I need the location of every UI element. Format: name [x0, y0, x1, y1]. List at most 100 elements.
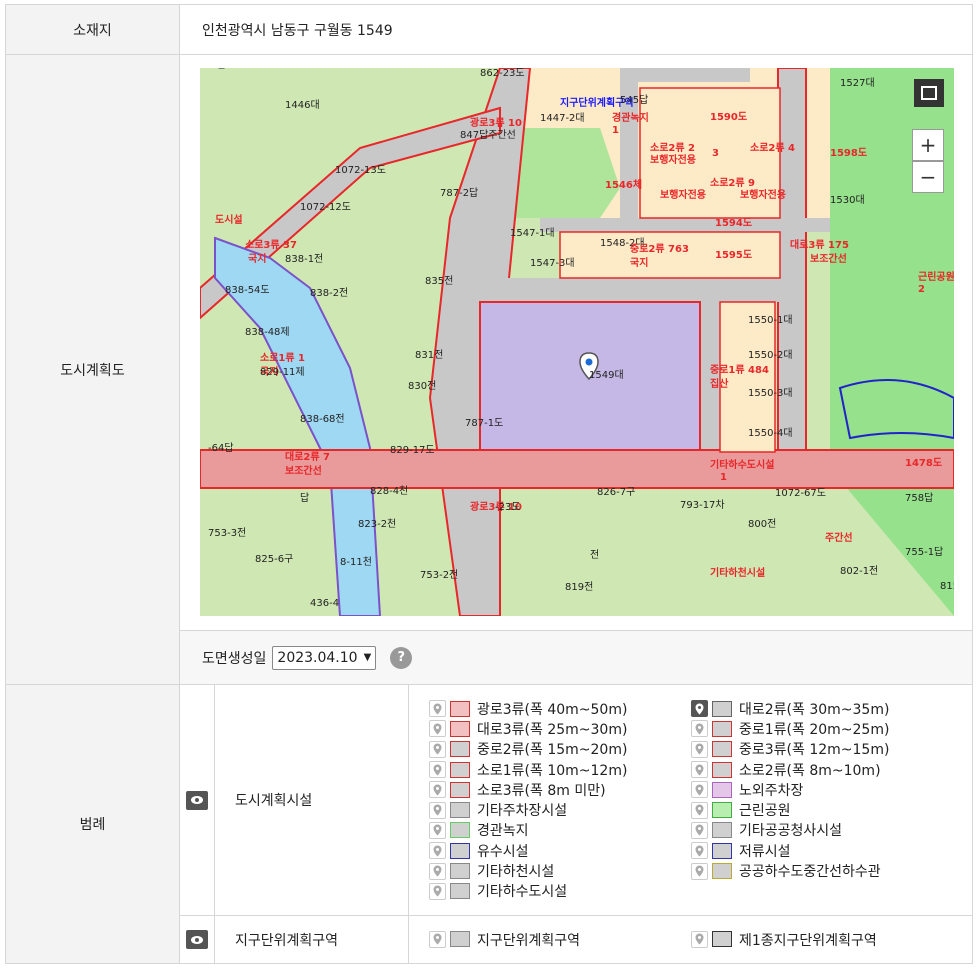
legend-grid-2: 지구단위계획구역 제1종지구단위계획구역	[429, 930, 972, 949]
legend-item[interactable]: 중로1류(폭 20m~25m)	[691, 720, 953, 738]
map-parcel-label: 838-48제	[245, 326, 290, 338]
map-pin-icon[interactable]	[691, 700, 708, 718]
map-pin-icon[interactable]	[429, 761, 446, 779]
legend-item[interactable]: 기타공공청사시설	[691, 821, 953, 839]
chevron-down-icon: ▼	[363, 652, 372, 663]
legend-item-label: 지구단위계획구역	[477, 932, 581, 949]
legend-item[interactable]: 지구단위계획구역	[429, 930, 691, 949]
map-pin-icon[interactable]	[429, 781, 446, 799]
map-parcel-label: 1598도	[830, 147, 867, 159]
map-parcel-label: 주간선	[825, 531, 853, 544]
legend-item[interactable]: 노외주차장	[691, 781, 953, 799]
map-parcel-label: 대로2류 7	[285, 450, 330, 463]
eye-icon[interactable]	[186, 930, 208, 949]
legend-swatch	[712, 822, 732, 839]
map-parcel-label: 소로3류 37	[245, 239, 297, 251]
map-pin-icon[interactable]	[691, 720, 708, 738]
map-pin-icon[interactable]	[429, 801, 446, 819]
map-parcel-label: 대로3류 175	[790, 238, 849, 251]
zoom-in-button[interactable]: +	[912, 129, 944, 161]
legend-item[interactable]: 경관녹지	[429, 821, 691, 839]
map-pin-icon[interactable]	[691, 801, 708, 819]
map-parcel-label: 국지	[248, 252, 266, 265]
map-pin-icon[interactable]	[429, 821, 446, 839]
legend-item[interactable]: 소로1류(폭 10m~12m)	[429, 760, 691, 779]
map-pin-icon[interactable]	[429, 842, 446, 860]
legend-item[interactable]: 기타하천시설	[429, 862, 691, 880]
eye-icon[interactable]	[186, 790, 208, 810]
map-pin-icon[interactable]	[691, 842, 708, 860]
map-parcel-label: 중로1류 484	[710, 364, 769, 376]
legend-item[interactable]: 소로2류(폭 8m~10m)	[691, 760, 953, 779]
legend-item-label: 저류시설	[739, 843, 791, 860]
legend-item[interactable]: 제1종지구단위계획구역	[691, 930, 953, 949]
legend-item[interactable]: 광로3류(폭 40m~50m)	[429, 700, 691, 718]
map-parcel-label: 2	[918, 284, 925, 295]
legend-swatch	[450, 700, 470, 717]
map-parcel-label: 436-4	[310, 598, 339, 609]
map-parcel-label: 1072-13도	[335, 165, 386, 176]
legend-item[interactable]: 유수시설	[429, 842, 691, 860]
map-parcel-label: 1550-1대	[748, 314, 793, 326]
legend-item[interactable]: 공공하수도중간선하수관	[691, 862, 953, 880]
map-parcel-label: 862-23도	[480, 68, 525, 79]
legend-swatch	[450, 883, 470, 900]
legend-item-label: 중로1류(폭 20m~25m)	[739, 721, 890, 738]
map-parcel-label: 753-2전	[420, 569, 458, 581]
legend-swatch	[712, 741, 732, 758]
map-parcel-label: 보행자전용	[660, 188, 706, 201]
date-select[interactable]: 2023.04.10 ▼	[272, 645, 377, 670]
map-pin-icon[interactable]	[691, 761, 708, 779]
legend-item[interactable]: 중로3류(폭 12m~15m)	[691, 740, 953, 758]
map-pin-icon[interactable]	[691, 781, 708, 799]
map-parcel-label: 1072-67도	[775, 488, 826, 499]
map-pin-icon[interactable]	[691, 740, 708, 758]
map-pin-icon[interactable]	[691, 930, 708, 948]
legend-group-1: 광로3류(폭 40m~50m) 대로2류(폭 30m~35m) 대로3류(폭 25m…	[408, 684, 973, 916]
road-vertical-3	[700, 298, 722, 458]
map-parcel-label: 1549대	[589, 369, 624, 381]
map-pin-icon[interactable]	[429, 862, 446, 880]
map-parcel-label: 근린공원	[918, 270, 954, 283]
legend-item[interactable]: 기타하수도시설	[429, 882, 691, 900]
legend-item[interactable]: 근린공원	[691, 801, 953, 819]
map-parcel-label: 소로2류 2	[650, 142, 695, 154]
legend-eye-cell-2	[179, 915, 215, 964]
map-parcel-label: 중로2류 763	[630, 243, 689, 255]
fullscreen-button[interactable]	[914, 79, 944, 107]
legend-item[interactable]: 대로2류(폭 30m~35m)	[691, 700, 953, 718]
map-parcel-label: 823-2천	[358, 518, 396, 530]
legend-item[interactable]: 대로3류(폭 25m~30m)	[429, 720, 691, 738]
map-pin-icon[interactable]	[429, 930, 446, 948]
map-pin-icon[interactable]	[429, 740, 446, 758]
map-parcel-label: 도시설	[215, 213, 243, 226]
map-parcel-label: 829-11제	[260, 366, 305, 378]
urban-plan-map[interactable]: 862-23도 1446대 지구단위계획구역 545답 1527대 광로3류 10 1447…	[200, 68, 954, 616]
legend-item[interactable]: 중로2류(폭 15m~20m)	[429, 740, 691, 758]
map-parcel-label: 802-1전	[840, 565, 878, 577]
legend-item-label: 노외주차장	[739, 782, 804, 799]
map-pin-icon[interactable]	[691, 862, 708, 880]
legend-item[interactable]: 기타주차장시설	[429, 801, 691, 819]
map-pin-icon[interactable]	[429, 882, 446, 900]
legend-swatch	[450, 822, 470, 839]
legend-item-label: 기타공공청사시설	[739, 823, 843, 840]
map-parcel-label: 경관녹지	[612, 111, 649, 124]
legend-item[interactable]: 소로3류(폭 8m 미만)	[429, 781, 691, 799]
map-canvas[interactable]: 862-23도1446대 지구단위계획구역545답1527대광로3류 10 1447…	[200, 68, 954, 616]
map-parcel-label: 1550-4대	[748, 427, 793, 439]
help-icon[interactable]: ?	[390, 646, 413, 669]
legend-item-label: 소로1류(폭 10m~12m)	[477, 762, 628, 779]
map-pin-icon[interactable]	[429, 720, 446, 738]
map-parcel-label: 847답주간선	[460, 129, 516, 141]
map-pin-icon[interactable]	[691, 821, 708, 839]
urban-plan-map-cell: 862-23도 1446대 지구단위계획구역 545답 1527대 광로3류 10 1447…	[179, 54, 973, 685]
map-parcel-label: 830전	[408, 380, 436, 392]
map-parcel-label: -23도	[495, 502, 521, 513]
map-parcel-label: 보행자전용	[740, 188, 786, 201]
map-pin-icon[interactable]	[429, 700, 446, 718]
zoom-out-button[interactable]: −	[912, 161, 944, 193]
map-parcel-label: 1447-2대	[540, 112, 585, 124]
legend-swatch	[450, 802, 470, 819]
legend-item[interactable]: 저류시설	[691, 842, 953, 860]
